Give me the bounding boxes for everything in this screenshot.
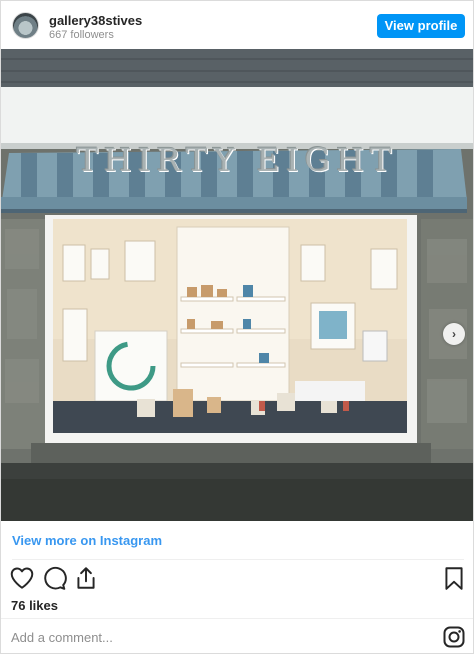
- like-count[interactable]: 76 likes: [11, 598, 58, 613]
- bookmark-icon[interactable]: [441, 565, 467, 591]
- post-header: gallery38stives 667 followers View profi…: [1, 1, 473, 49]
- post-photo[interactable]: THIRTY EIGHT ›: [1, 49, 473, 521]
- chevron-right-icon: ›: [452, 327, 456, 341]
- heart-icon[interactable]: [9, 565, 35, 591]
- divider: [1, 618, 473, 619]
- instagram-embed: gallery38stives 667 followers View profi…: [0, 0, 474, 654]
- add-comment-field[interactable]: Add a comment...: [11, 630, 113, 645]
- view-profile-button[interactable]: View profile: [377, 14, 465, 38]
- instagram-icon[interactable]: [442, 625, 466, 649]
- divider: [12, 559, 464, 560]
- view-more-link[interactable]: View more on Instagram: [12, 533, 162, 548]
- shop-sign-text: THIRTY EIGHT: [76, 141, 398, 179]
- follower-count: 667 followers: [49, 29, 114, 41]
- avatar[interactable]: [12, 12, 39, 39]
- action-bar: [1, 563, 473, 593]
- comment-icon[interactable]: [41, 565, 67, 591]
- share-icon[interactable]: [73, 565, 99, 591]
- username[interactable]: gallery38stives: [49, 13, 142, 28]
- carousel-next-button[interactable]: ›: [443, 323, 465, 345]
- shop-window-image: [1, 49, 473, 521]
